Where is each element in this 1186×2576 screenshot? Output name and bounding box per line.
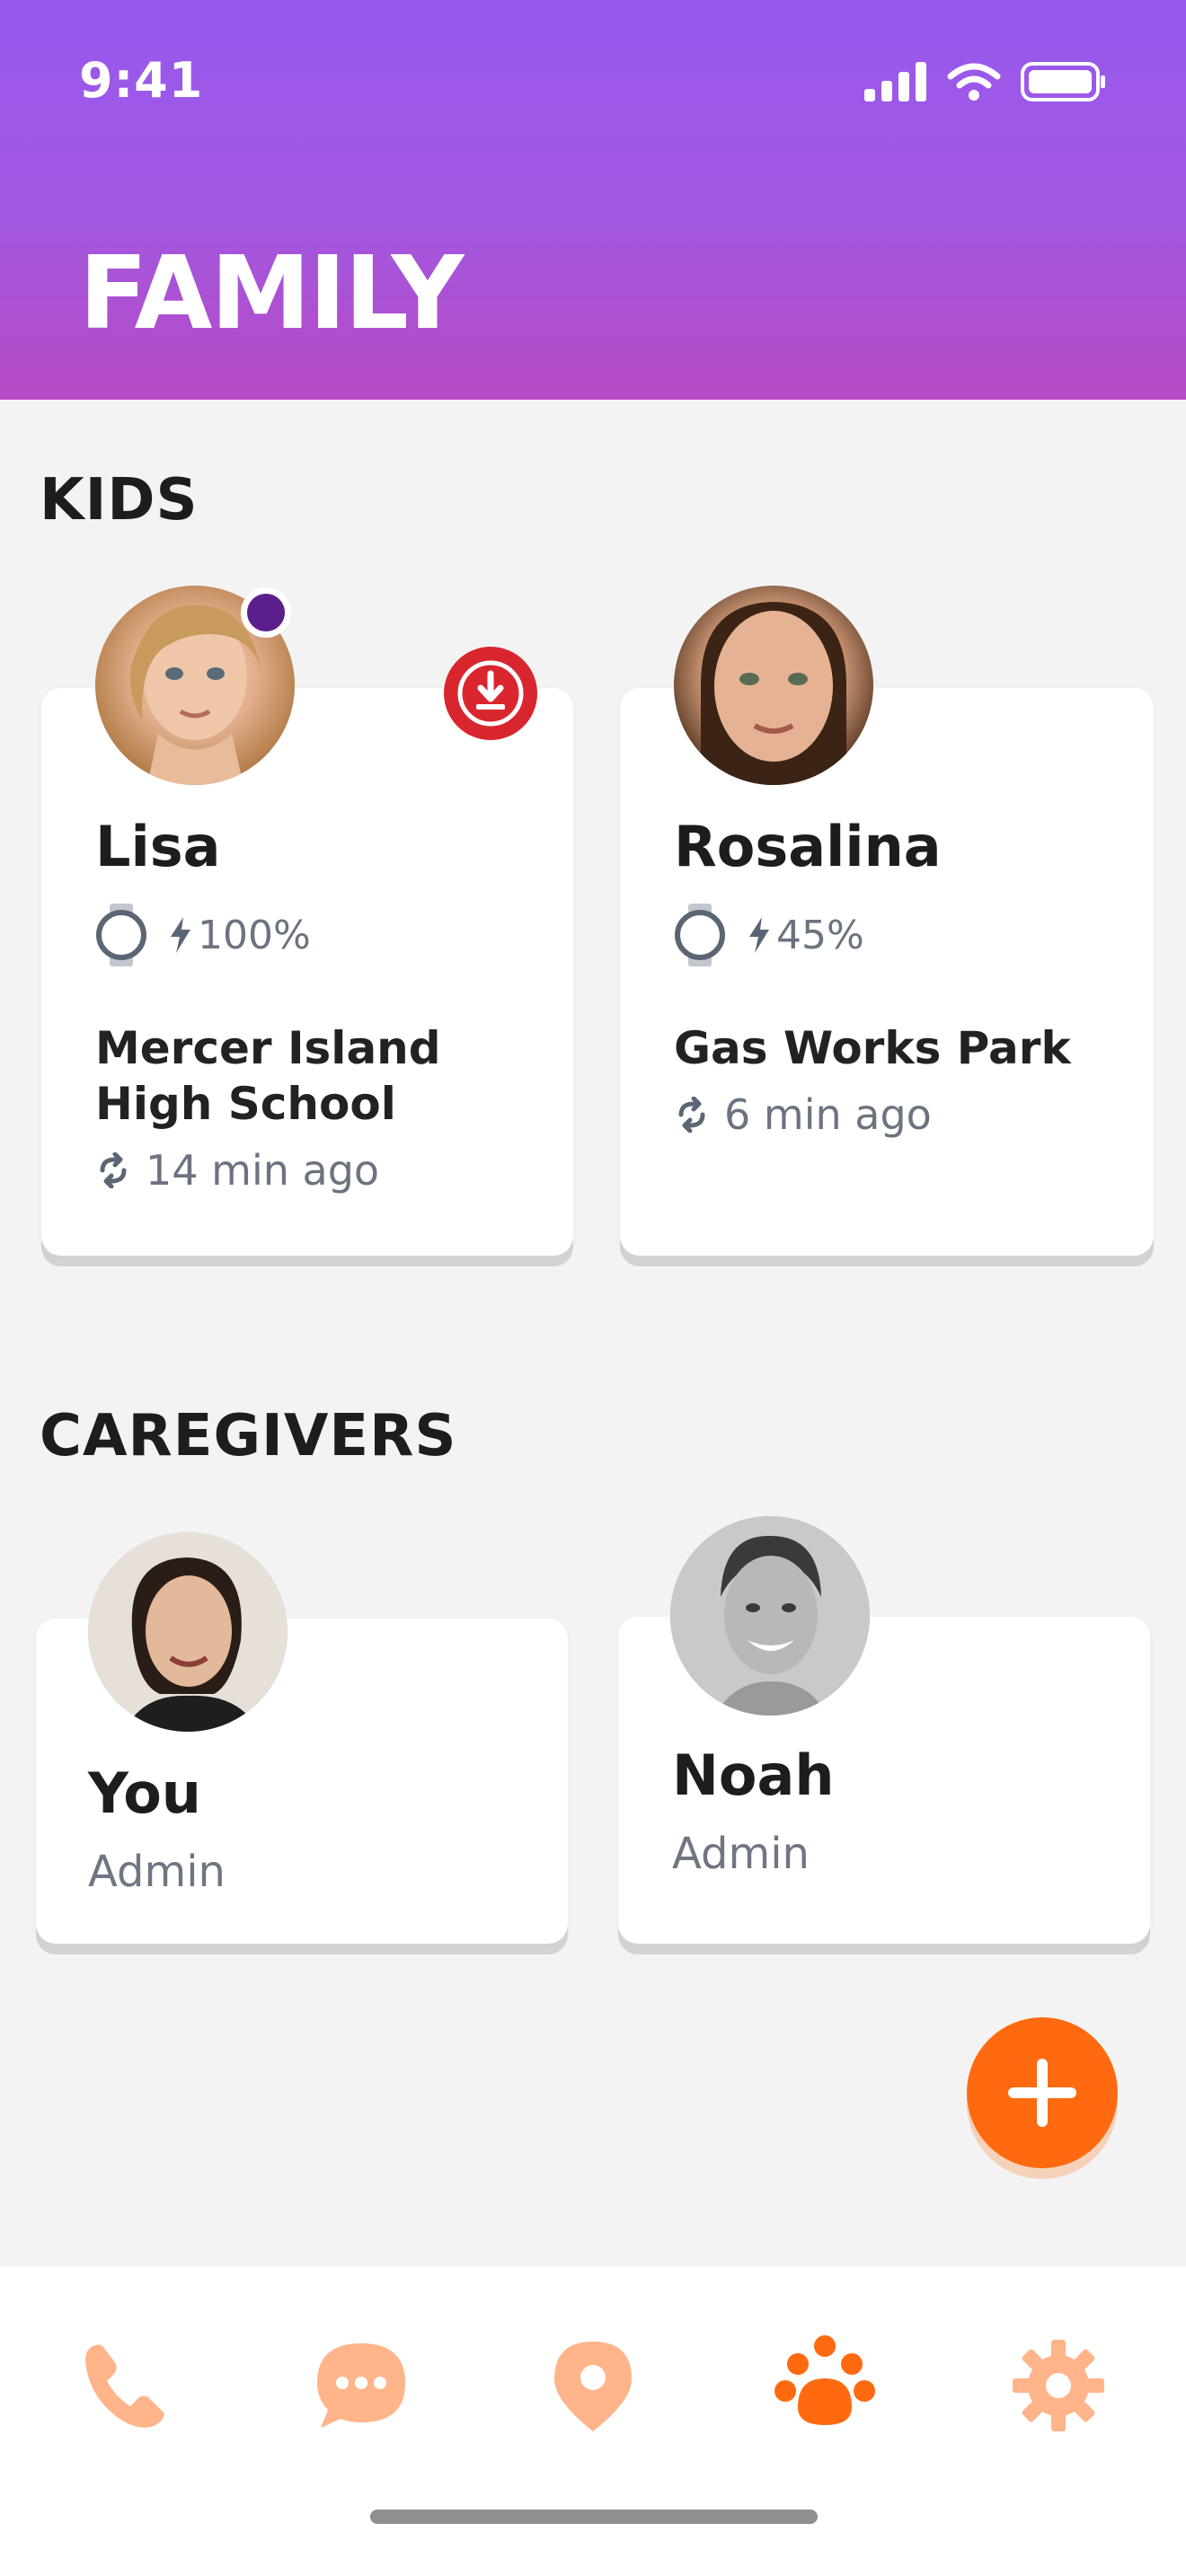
status-time: 9:41 [79, 52, 204, 109]
kid-location: Mercer Island High School [95, 1020, 441, 1132]
add-member-button[interactable] [967, 2017, 1118, 2168]
battery-bolt-icon [171, 917, 190, 953]
page-title: FAMILY [79, 235, 464, 352]
header: 9:41 FAMILY [0, 0, 1186, 400]
tab-settings[interactable] [1005, 2332, 1112, 2439]
kid-card-rosalina[interactable] [620, 688, 1154, 1256]
kid-location: Gas Works Park [674, 1020, 1071, 1076]
wifi-icon [947, 63, 1001, 101]
family-icon [774, 2335, 875, 2425]
kids-section-title: KIDS [40, 467, 199, 534]
home-indicator [370, 2510, 818, 2524]
caregiver-role: Admin [672, 1829, 810, 1879]
battery-level: 45% [776, 912, 864, 958]
watch-icon [675, 904, 725, 966]
download-badge[interactable] [444, 647, 537, 740]
updated-time: 14 min ago [146, 1146, 380, 1195]
refresh-icon [678, 1097, 705, 1133]
chat-icon [317, 2343, 405, 2428]
caregiver-name: You [88, 1760, 201, 1826]
tab-map[interactable] [539, 2332, 647, 2439]
location-pin-icon [554, 2342, 632, 2431]
tab-messages[interactable] [307, 2332, 415, 2439]
avatar [88, 1532, 288, 1732]
download-icon [457, 660, 524, 727]
avatar [674, 586, 873, 785]
kid-status: 45% [672, 904, 864, 966]
location-line-1: Mercer Island [95, 1022, 441, 1074]
tab-bar [0, 2267, 1186, 2576]
updated-time: 6 min ago [724, 1090, 932, 1139]
refresh-icon [100, 1152, 127, 1188]
tab-calls[interactable] [72, 2332, 180, 2439]
caregivers-section-title: CAREGIVERS [40, 1403, 457, 1469]
kid-last-updated: 14 min ago [95, 1146, 379, 1195]
kid-status: 100% [93, 904, 311, 966]
avatar [670, 1516, 870, 1716]
phone-icon [85, 2344, 164, 2428]
kid-name: Rosalina [674, 814, 942, 879]
battery-bolt-icon [749, 917, 769, 953]
battery-icon [1021, 62, 1105, 101]
gear-icon [1013, 2340, 1104, 2431]
location-line-1: Gas Works Park [674, 1022, 1071, 1074]
caregiver-name: Noah [672, 1742, 835, 1808]
kid-last-updated: 6 min ago [674, 1090, 932, 1139]
caregiver-role: Admin [88, 1847, 226, 1897]
kid-name: Lisa [95, 814, 221, 879]
battery-level: 100% [198, 912, 311, 958]
status-icons [864, 61, 1107, 102]
location-line-2: High School [95, 1078, 396, 1130]
tab-family[interactable] [771, 2332, 879, 2439]
plus-icon [1008, 2059, 1076, 2127]
online-status-dot [241, 587, 291, 638]
signal-icon [864, 62, 926, 101]
watch-icon [96, 904, 146, 966]
